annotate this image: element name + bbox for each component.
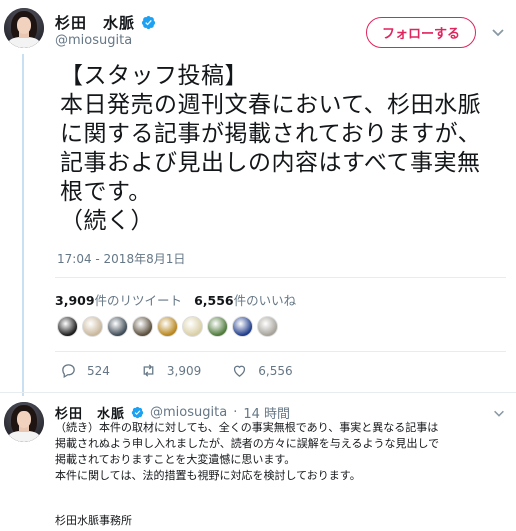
retweet-action[interactable]: 3,909 — [140, 362, 201, 379]
tweet-timestamp[interactable]: 17:04 - 2018年8月1日 — [57, 250, 185, 267]
chevron-down-icon[interactable] — [492, 406, 506, 420]
tweet-text: 【スタッフ投稿】 本日発売の週刊文春において、杉田水脈 に関する記事が掲載されて… — [60, 62, 512, 236]
cat-avatar[interactable] — [257, 316, 278, 337]
pattern-avatar[interactable] — [107, 316, 128, 337]
reply-icon — [62, 364, 75, 379]
reply-text-line: （続き）本件の取材に対しても、全くの事実無根であり、事実と異なる記事は — [55, 421, 439, 434]
tweet-text-line: に関する記事が掲載されておりますが、 — [60, 121, 482, 147]
retweets-count: 3,909 — [55, 293, 95, 308]
avatar[interactable] — [4, 402, 44, 442]
reply-text-line: 本件に関しては、法的措置も視野に対応を検討しております。 — [55, 469, 361, 482]
author-handle[interactable]: @miosugita — [55, 33, 132, 48]
thread-line — [22, 54, 24, 396]
chevron-down-icon[interactable] — [490, 24, 506, 40]
like-action[interactable]: 6,556 — [231, 362, 293, 379]
author-handle[interactable]: @miosugita — [150, 405, 227, 420]
emblem-avatar[interactable] — [157, 316, 178, 337]
reply-text-line: 掲載されておりますことを大変遺憾に思います。 — [55, 453, 296, 466]
likes-stat[interactable]: 6,556件のいいね — [194, 290, 296, 309]
engagement-stats: 3,909件のリツイート 6,556件のいいね — [55, 290, 296, 309]
character-avatar[interactable] — [207, 316, 228, 337]
retweet-icon — [143, 364, 154, 377]
heart-icon — [234, 365, 246, 377]
portrait-avatar[interactable] — [82, 316, 103, 337]
reply-count: 524 — [87, 363, 110, 378]
meta-separator: · — [233, 405, 238, 420]
divider — [0, 392, 516, 393]
retweet-count: 3,909 — [166, 363, 202, 378]
avatar[interactable] — [4, 8, 44, 48]
liker-avatars — [57, 316, 278, 337]
verified-badge-icon — [141, 15, 156, 30]
reply-signature: 杉田水脈事務所 — [55, 514, 132, 527]
like-count: 6,556 — [258, 363, 293, 378]
flower-avatar[interactable] — [182, 316, 203, 337]
verified-badge-icon — [131, 406, 144, 419]
likes-label: 件のいいね — [233, 293, 297, 308]
tweet-actions: 524 3,909 6,556 — [60, 362, 323, 379]
author-name-row[interactable]: 杉田 水脈 — [55, 12, 156, 33]
tweet-text-line: （続く） — [60, 208, 154, 234]
badge-avatar[interactable] — [232, 316, 253, 337]
display-name[interactable]: 杉田 水脈 — [55, 12, 135, 33]
reply-text: （続き）本件の取材に対しても、全くの事実無根であり、事実と異なる記事は 掲載され… — [55, 420, 515, 484]
divider — [55, 351, 506, 352]
reply-action[interactable]: 524 — [60, 362, 110, 379]
reply-text-line: 掲載されぬよう申し入れましたが、読者の方々に誤解を与えるような見出しで — [55, 437, 440, 450]
likes-count: 6,556 — [194, 293, 234, 308]
tweet-text-line: 根です。 — [60, 179, 152, 205]
follow-button[interactable]: フォローする — [366, 17, 476, 48]
divider — [55, 277, 506, 278]
retweets-stat[interactable]: 3,909件のリツイート — [55, 290, 182, 309]
tweet-text-line: 記事および見出しの内容はすべて事実無 — [60, 150, 481, 176]
main-tweet: 杉田 水脈 @miosugita フォローする 【スタッフ投稿】 本日発売の週刊… — [0, 0, 516, 396]
dark-avatar[interactable] — [57, 316, 78, 337]
photo-avatar[interactable] — [132, 316, 153, 337]
retweets-label: 件のリツイート — [94, 293, 183, 308]
tweet-text-line: 本日発売の週刊文春において、杉田水脈 — [60, 92, 482, 118]
tweet-text-line: 【スタッフ投稿】 — [60, 63, 248, 89]
